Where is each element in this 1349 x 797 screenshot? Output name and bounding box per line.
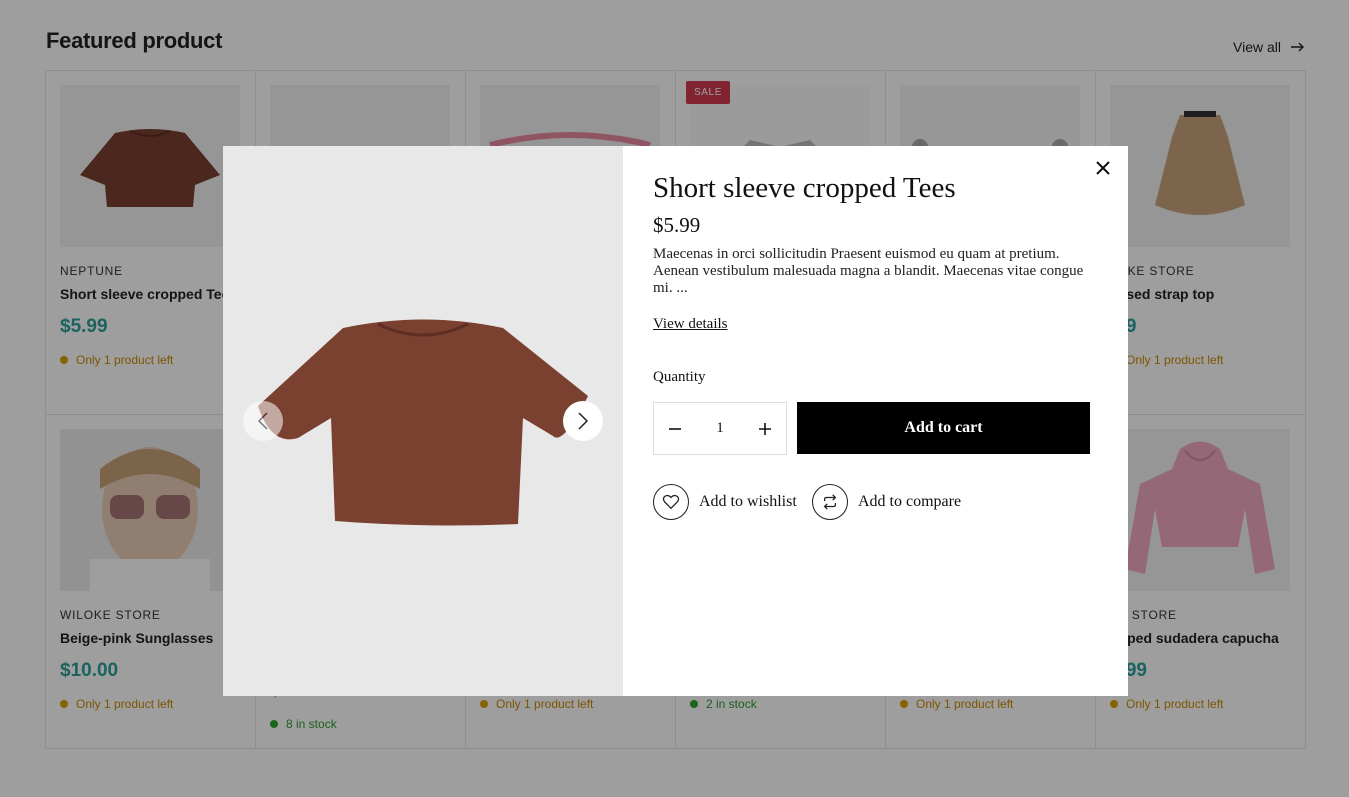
modal-product-info: Short sleeve cropped Tees $5.99 Maecenas… (653, 146, 1128, 696)
quick-view-modal: Short sleeve cropped Tees $5.99 Maecenas… (223, 146, 1128, 696)
previous-image-button[interactable] (243, 401, 283, 441)
quantity-label: Quantity (653, 369, 706, 385)
modal-product-title: Short sleeve cropped Tees (653, 172, 956, 204)
modal-product-price: $5.99 (653, 213, 701, 237)
modal-product-description: Maecenas in orci sollicitudin Praesent e… (653, 246, 1084, 296)
add-to-compare-button[interactable]: Add to compare (812, 484, 961, 520)
chevron-left-icon (257, 412, 268, 430)
minus-icon (669, 427, 681, 430)
close-icon[interactable] (1094, 159, 1112, 177)
quantity-increase-button[interactable] (758, 422, 772, 436)
quantity-stepper: 1 (653, 402, 787, 455)
add-to-cart-button[interactable]: Add to cart (797, 402, 1090, 454)
next-image-button[interactable] (563, 401, 603, 441)
quantity-input[interactable]: 1 (705, 420, 735, 437)
add-to-wishlist-button[interactable]: Add to wishlist (653, 484, 797, 520)
heart-icon (653, 484, 689, 520)
chevron-right-icon (578, 412, 589, 430)
view-details-link[interactable]: View details (653, 316, 728, 333)
modal-product-image (223, 146, 623, 696)
compare-icon (812, 484, 848, 520)
add-to-wishlist-label: Add to wishlist (699, 493, 797, 510)
quantity-decrease-button[interactable] (668, 422, 682, 436)
add-to-compare-label: Add to compare (858, 493, 962, 510)
plus-icon (759, 422, 771, 435)
